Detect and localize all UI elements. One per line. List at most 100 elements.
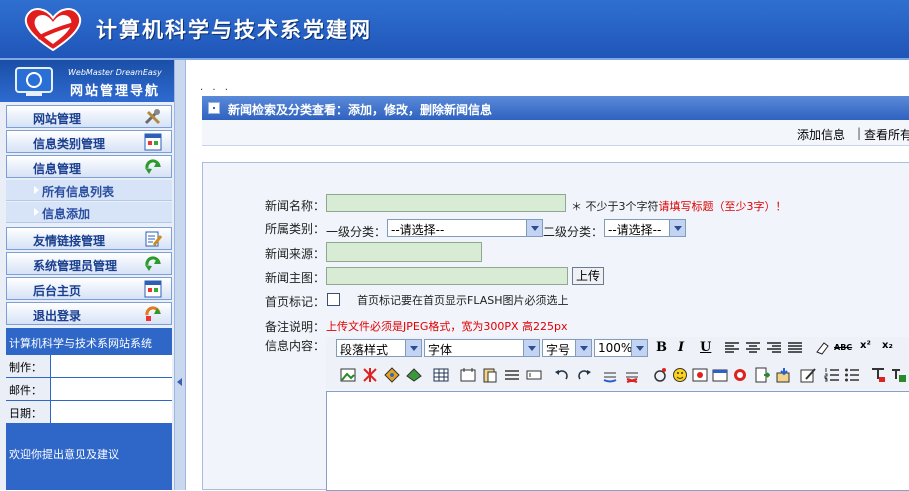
- chevron-down-icon: [631, 340, 647, 356]
- monitor-badge-icon: [15, 67, 53, 96]
- undo-icon[interactable]: [554, 367, 570, 383]
- feedback-text: 欢迎你提出意见及建议: [9, 448, 119, 461]
- date-icon[interactable]: [712, 367, 728, 383]
- menu-item-admin-management[interactable]: 系统管理员管理: [6, 252, 172, 275]
- text-color-icon[interactable]: [870, 367, 886, 383]
- emoticon-icon[interactable]: [672, 367, 688, 383]
- insert-flash-icon[interactable]: [362, 367, 378, 383]
- link-separator: |: [857, 126, 862, 140]
- menu-item-label: 信息管理: [33, 162, 82, 176]
- menu-item-logout[interactable]: 退出登录: [6, 302, 172, 325]
- note-label: 备注说明：: [265, 320, 326, 334]
- party-logo-icon: [24, 8, 82, 52]
- align-right-icon[interactable]: [766, 340, 782, 356]
- menu-item-link-management[interactable]: 友情链接管理: [6, 227, 172, 250]
- zoom-select[interactable]: 100%: [594, 339, 648, 357]
- align-center-icon[interactable]: [745, 340, 761, 356]
- superscript-button[interactable]: x²: [860, 340, 871, 351]
- homepage-label: 首页标记：: [265, 295, 326, 309]
- info-row-value: [50, 378, 172, 400]
- insert-table-icon[interactable]: [433, 367, 449, 383]
- sidebar: WebMaster DreamEasy 网站管理导航 网站管理 信息类别管理 信…: [0, 60, 174, 490]
- nav-subtitle: WebMaster DreamEasy: [68, 68, 162, 77]
- info-row-label: 制作：: [9, 361, 42, 374]
- chevron-down-icon: [526, 220, 542, 236]
- horizontal-rule-icon[interactable]: [504, 367, 520, 383]
- font-size-select[interactable]: 字号: [542, 339, 592, 357]
- menu-item-label: 友情链接管理: [33, 234, 106, 248]
- underline-button[interactable]: U: [700, 340, 711, 355]
- special-char-icon[interactable]: [692, 367, 708, 383]
- section-title: 新闻检索及分类查看：添加，修改，删除新闻信息: [228, 103, 493, 117]
- title-label: 新闻名称：: [265, 199, 326, 213]
- nav-header: WebMaster DreamEasy 网站管理导航: [0, 60, 174, 102]
- insert-object-icon[interactable]: [406, 367, 422, 383]
- submenu-item-add-info[interactable]: 信息添加: [6, 202, 172, 223]
- paragraph-style-select[interactable]: 段落样式: [336, 339, 422, 357]
- homepage-checkbox[interactable]: [327, 293, 340, 306]
- title-hint: ＊ 不少于3个字符请填写标题（至少3字）！: [571, 200, 787, 213]
- anchor-icon[interactable]: [652, 367, 668, 383]
- font-select[interactable]: 字体: [424, 339, 540, 357]
- strikethrough-button[interactable]: ABC: [834, 343, 852, 352]
- bullet-list-icon[interactable]: [844, 367, 860, 383]
- insert-page-icon[interactable]: [754, 367, 770, 383]
- chevron-down-icon: [669, 220, 685, 236]
- recycle-arrow-icon: [145, 159, 161, 174]
- bold-button[interactable]: B: [656, 340, 667, 355]
- numbered-list-icon[interactable]: [824, 367, 840, 383]
- level1-category-select[interactable]: --请选择--: [387, 219, 543, 237]
- bullet-icon: [34, 208, 39, 216]
- insert-link-icon[interactable]: [602, 367, 618, 383]
- level2-category-value: --请选择--: [608, 223, 662, 237]
- content-editor-area[interactable]: [326, 391, 909, 491]
- level2-category-select[interactable]: --请选择--: [604, 219, 686, 237]
- insert-code-icon[interactable]: [460, 367, 476, 383]
- edit-source-icon[interactable]: [800, 367, 816, 383]
- image-label: 新闻主图：: [265, 271, 326, 285]
- chevron-down-icon: [405, 340, 421, 356]
- homepage-hint: 首页标记要在首页显示FLASH图片必须选上: [357, 294, 569, 307]
- sidebar-collapse-toggle[interactable]: [174, 60, 186, 490]
- info-row-value: [50, 355, 172, 377]
- remove-link-icon[interactable]: [624, 367, 640, 383]
- paste-icon[interactable]: [482, 367, 498, 383]
- redo-icon[interactable]: [576, 367, 592, 383]
- site-title: 计算机科学与技术系党建网: [96, 18, 372, 42]
- menu-item-category-management[interactable]: 信息类别管理: [6, 130, 172, 153]
- input-field-icon[interactable]: [526, 367, 542, 383]
- help-icon[interactable]: [732, 367, 748, 383]
- font-size-value: 字号: [546, 343, 571, 357]
- menu-item-admin-home[interactable]: 后台主页: [6, 277, 172, 300]
- align-left-icon[interactable]: [724, 340, 740, 356]
- news-title-input[interactable]: [326, 194, 566, 212]
- submenu-item-label: 信息添加: [42, 207, 91, 221]
- insert-media-icon[interactable]: [384, 367, 400, 383]
- justify-icon[interactable]: [787, 340, 803, 356]
- info-row-email: 邮件：: [6, 377, 172, 400]
- eraser-icon[interactable]: [814, 340, 830, 356]
- italic-button[interactable]: I: [678, 340, 684, 355]
- add-info-link[interactable]: 添加信息: [797, 126, 845, 143]
- submenu-item-label: 所有信息列表: [42, 185, 115, 199]
- menu-item-label: 退出登录: [33, 309, 82, 323]
- info-row-label: 邮件：: [9, 384, 42, 397]
- insert-file-icon[interactable]: [776, 367, 792, 383]
- system-info-title: 计算机科学与技术系网站系统: [9, 337, 152, 350]
- note-text: 上传文件必须是JPEG格式，宽为300PX 高225px: [326, 320, 568, 333]
- category-label: 所属类别：: [265, 222, 326, 236]
- section-marker-icon: [208, 102, 220, 114]
- recycle-arrow-icon: [145, 256, 161, 271]
- insert-image-icon[interactable]: [340, 367, 356, 383]
- submenu-item-all-info[interactable]: 所有信息列表: [6, 180, 172, 201]
- background-color-icon[interactable]: [890, 367, 906, 383]
- subscript-button[interactable]: x₂: [882, 340, 893, 351]
- menu-item-info-management[interactable]: 信息管理: [6, 155, 172, 178]
- news-source-input[interactable]: [326, 242, 482, 262]
- nav-title: 网站管理导航: [70, 84, 161, 99]
- menu-item-site-management[interactable]: 网站管理: [6, 105, 172, 128]
- menu-item-label: 网站管理: [33, 112, 82, 126]
- upload-button[interactable]: 上传: [572, 267, 604, 285]
- view-all-link[interactable]: 查看所有: [864, 126, 909, 143]
- news-image-input[interactable]: [326, 267, 568, 285]
